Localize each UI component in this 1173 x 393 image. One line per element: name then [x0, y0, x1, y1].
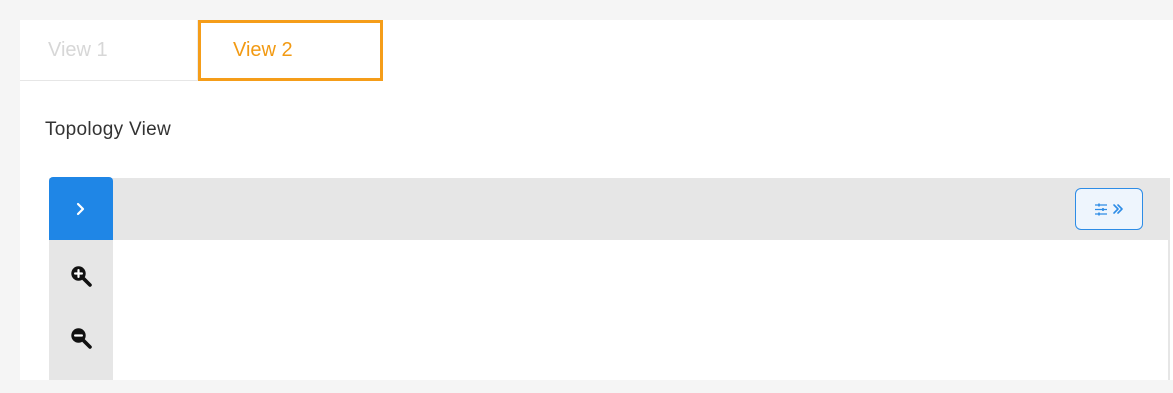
topology-toolbar — [49, 178, 1170, 240]
topology-panel: View 1 View 2 Topology View — [20, 20, 1173, 380]
sliders-icon — [1094, 203, 1108, 216]
zoom-in-icon — [69, 264, 93, 288]
zoom-in-button[interactable] — [49, 246, 113, 306]
view-tabs: View 1 View 2 — [20, 20, 1173, 81]
tab-label: View 2 — [233, 39, 293, 61]
tab-view-1[interactable]: View 1 — [20, 20, 198, 81]
tab-label: View 1 — [48, 38, 108, 61]
chevron-right-icon — [75, 201, 87, 217]
page-title: Topology View — [45, 119, 172, 140]
topology-settings-button[interactable] — [1075, 188, 1143, 230]
canvas-right-border — [1168, 240, 1170, 380]
zoom-out-button[interactable] — [49, 308, 113, 368]
double-chevron-right-icon — [1112, 203, 1124, 215]
tab-divider — [383, 80, 1173, 81]
expand-sidebar-button[interactable] — [49, 177, 113, 240]
zoom-out-icon — [69, 326, 93, 350]
tab-view-2[interactable]: View 2 — [198, 20, 383, 81]
